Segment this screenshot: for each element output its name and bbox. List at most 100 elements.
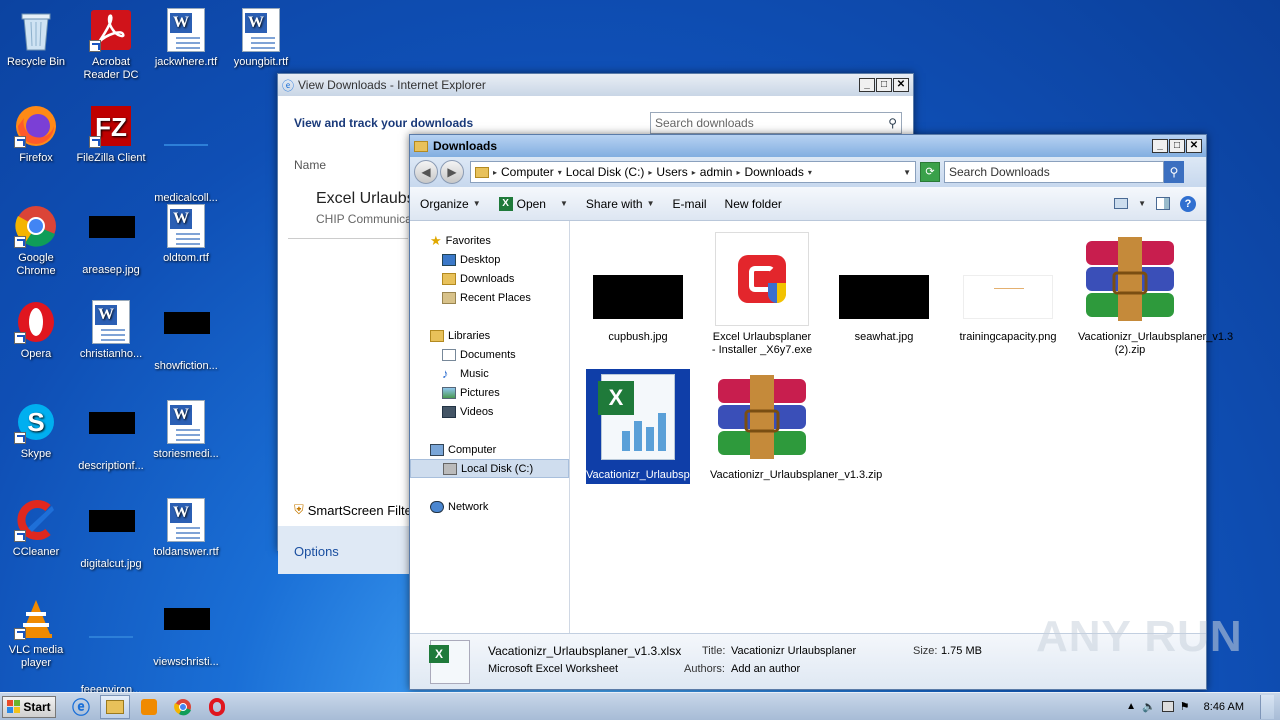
organize-button[interactable]: Organize ▼ — [420, 197, 481, 211]
close-button[interactable]: ✕ — [1186, 139, 1202, 153]
new-folder-button[interactable]: New folder — [725, 197, 782, 211]
taskbar-media-player-button[interactable] — [134, 695, 164, 719]
file-item-cupbush[interactable]: cupbush.jpg — [586, 231, 690, 344]
explorer-window: Downloads _ □ ✕ ◀ ▶ ▸ Computer ▾ Local Di… — [409, 134, 1233, 690]
view-icon[interactable] — [1114, 198, 1129, 209]
nav-computer[interactable]: Computer — [410, 440, 569, 459]
desktop-icon-filezilla[interactable]: FZ FileZilla Client — [75, 104, 147, 165]
nav-network[interactable]: Network — [410, 497, 569, 516]
minimize-button[interactable]: _ — [859, 78, 875, 92]
show-hidden-icons-button[interactable]: ▲ — [1126, 701, 1136, 712]
desktop-icon-skype[interactable]: S Skype — [0, 400, 72, 461]
forward-button[interactable]: ▶ — [440, 160, 464, 184]
details-title-value[interactable]: Vacationizr Urlaubsplaner — [731, 645, 856, 657]
email-button[interactable]: E-mail — [673, 197, 707, 211]
desktop-icon-christianho[interactable]: W christianho... — [75, 300, 147, 361]
breadcrumb-local-disk[interactable]: Local Disk (C:) — [566, 165, 645, 179]
blank-file-icon — [89, 636, 133, 680]
desktop-icon-feeenviron[interactable]: feeenviron... — [75, 598, 147, 697]
breadcrumb[interactable]: ▸ Computer ▾ Local Disk (C:) ▸ Users ▸ admi… — [470, 161, 916, 183]
share-with-button[interactable]: Share with ▼ — [586, 197, 655, 211]
network-tray-icon[interactable] — [1161, 701, 1174, 712]
action-center-flag-icon[interactable]: ⚑ — [1180, 700, 1190, 713]
nav-pictures[interactable]: Pictures — [410, 383, 569, 402]
desktop-icon-ccleaner[interactable]: CCleaner — [0, 498, 72, 559]
nav-videos[interactable]: Videos — [410, 402, 569, 421]
nav-favorites[interactable]: ★ Favorites — [410, 231, 569, 250]
divider — [288, 238, 408, 239]
nav-recent-places[interactable]: Recent Places — [410, 288, 569, 307]
desktop-icon-recycle-bin[interactable]: Recycle Bin — [0, 8, 72, 69]
chevron-down-icon[interactable]: ▼ — [1138, 199, 1146, 208]
file-item-excel-installer[interactable]: Excel Urlaubsplaner - Installer _X6y7.ex… — [710, 231, 814, 357]
desktop-icon-descriptionf[interactable]: descriptionf... — [75, 402, 147, 473]
star-icon: ★ — [430, 232, 442, 248]
minimize-button[interactable]: _ — [1152, 139, 1168, 153]
taskbar-explorer-button[interactable] — [100, 694, 130, 719]
maximize-button[interactable]: □ — [1169, 139, 1185, 153]
desktop-icon-jackwhere[interactable]: W jackwhere.rtf — [150, 8, 222, 69]
taskbar-opera-button[interactable] — [202, 695, 232, 719]
chevron-down-icon[interactable]: ▼ — [903, 168, 911, 177]
ie-titlebar[interactable]: ⓔ View Downloads - Internet Explorer _ □… — [278, 74, 913, 96]
search-icon[interactable]: ⚲ — [1164, 161, 1184, 183]
recycle-bin-icon — [14, 8, 58, 52]
breadcrumb-users[interactable]: Users — [656, 165, 687, 179]
breadcrumb-computer[interactable]: Computer — [501, 165, 554, 179]
computer-icon — [430, 443, 444, 456]
media-player-icon — [141, 698, 157, 715]
breadcrumb-admin[interactable]: admin — [700, 165, 733, 179]
explorer-search-input[interactable]: Search Downloads — [944, 161, 1164, 183]
desktop-icon-acrobat[interactable]: Acrobat Reader DC — [75, 8, 147, 82]
acrobat-icon — [89, 8, 133, 52]
close-button[interactable]: ✕ — [893, 78, 909, 92]
start-button[interactable]: Start — [2, 695, 56, 718]
desktop-icon-areasep[interactable]: areasep.jpg — [75, 206, 147, 277]
desktop-icon-youngbit[interactable]: W youngbit.rtf — [225, 8, 297, 69]
file-item-vacationizr-zip-2[interactable]: Vacationizr_Urlaubsplaner_v1.3 (2).zip — [1078, 231, 1233, 357]
desktop-icon-storiesmedi[interactable]: W storiesmedi... — [150, 400, 222, 461]
nav-local-disk[interactable]: Local Disk (C:) — [410, 459, 569, 478]
refresh-icon[interactable]: ⟳ — [920, 162, 940, 182]
desktop-icon-viewschristi[interactable]: viewschristi... — [150, 598, 222, 669]
filezilla-icon: FZ — [89, 104, 133, 148]
volume-icon[interactable]: 🔈 — [1142, 700, 1156, 713]
maximize-button[interactable]: □ — [876, 78, 892, 92]
back-button[interactable]: ◀ — [414, 160, 438, 184]
desktop-icon-showfiction[interactable]: showfiction... — [150, 302, 222, 373]
nav-desktop[interactable]: Desktop — [410, 250, 569, 269]
explorer-titlebar[interactable]: Downloads _ □ ✕ — [410, 135, 1206, 157]
clock[interactable]: 8:46 AM — [1204, 701, 1244, 713]
open-button[interactable]: X Open ▼ — [498, 196, 568, 211]
preview-pane-icon[interactable] — [1156, 197, 1170, 210]
desktop-icon-medicalcoll[interactable]: medicalcoll... — [150, 104, 222, 205]
file-item-vacationizr-zip[interactable]: Vacationizr_Urlaubsplaner_v1.3.zip — [710, 369, 882, 482]
desktop-icon-oldtom[interactable]: W oldtom.rtf — [150, 204, 222, 265]
help-icon[interactable]: ? — [1180, 195, 1196, 212]
ie-download-name[interactable]: Excel Urlaubs — [316, 190, 415, 208]
desktop-icon-firefox[interactable]: Firefox — [0, 104, 72, 165]
show-desktop-button[interactable] — [1260, 694, 1274, 719]
image-thumb-icon — [89, 510, 135, 554]
nav-music[interactable]: ♪ Music — [410, 364, 569, 383]
desktop-icon-vlc[interactable]: VLC media player — [0, 596, 72, 670]
breadcrumb-downloads[interactable]: Downloads — [744, 165, 803, 179]
nav-libraries[interactable]: Libraries — [410, 326, 569, 345]
desktop-icon-chrome[interactable]: Google Chrome — [0, 204, 72, 278]
image-thumb-icon — [89, 412, 135, 456]
winrar-archive-icon — [1086, 237, 1174, 321]
taskbar-ie-button[interactable]: ⓔ — [66, 695, 96, 719]
desktop-icon-digitalcut[interactable]: digitalcut.jpg — [75, 500, 147, 571]
options-link[interactable]: Options — [294, 544, 339, 559]
desktop-icon-toldanswer[interactable]: W toldanswer.rtf — [150, 498, 222, 559]
file-item-vacationizr-xlsx[interactable]: X Vacationizr_Urlaubsplaner_v1.3.xlsx — [585, 368, 763, 485]
smartscreen-link[interactable]: ⛨ SmartScreen Filte — [294, 502, 412, 518]
file-item-trainingcapacity[interactable]: trainingcapacity.png — [956, 231, 1060, 344]
desktop-icon-opera[interactable]: Opera — [0, 300, 72, 361]
nav-downloads[interactable]: Downloads — [410, 269, 569, 288]
ie-search-input[interactable]: Search downloads ⚲ — [650, 112, 902, 134]
nav-documents[interactable]: Documents — [410, 345, 569, 364]
file-item-seawhat[interactable]: seawhat.jpg — [832, 231, 936, 344]
details-authors-value[interactable]: Add an author — [731, 663, 800, 675]
taskbar-chrome-button[interactable] — [168, 695, 198, 719]
